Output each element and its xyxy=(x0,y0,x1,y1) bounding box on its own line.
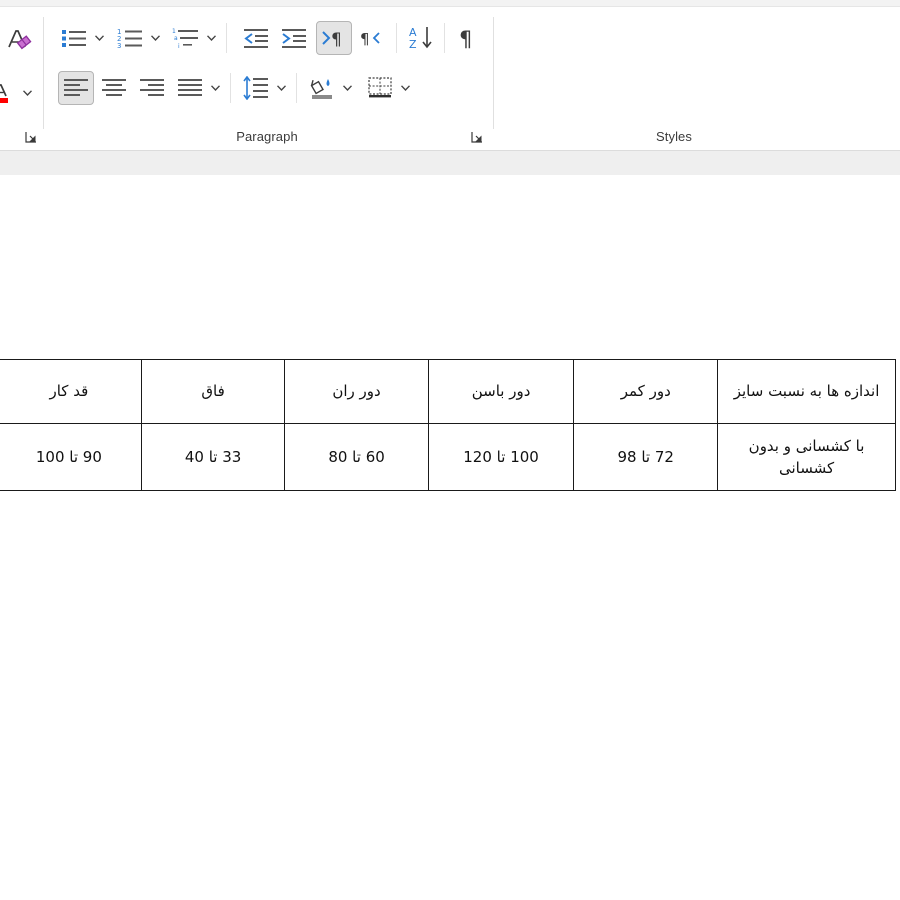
table-cell-label: با کشسانی و بدون کشسانی xyxy=(717,423,896,491)
shading-caret-icon[interactable] xyxy=(340,74,354,102)
paint-bucket-icon xyxy=(310,79,332,99)
row1-separator-2 xyxy=(396,23,397,53)
table-cell-waist: 72 تا 98 xyxy=(573,423,719,491)
justify-icon xyxy=(178,79,202,96)
bullets-button[interactable] xyxy=(58,23,90,53)
decrease-indent-button[interactable] xyxy=(240,23,272,53)
clear-formatting-icon xyxy=(8,30,32,50)
font-dialog-launcher[interactable] xyxy=(24,130,40,146)
svg-text:Z: Z xyxy=(409,38,417,51)
svg-text:3: 3 xyxy=(117,42,121,49)
numbering-icon: 1 2 3 xyxy=(117,28,142,49)
align-right-icon xyxy=(140,79,164,96)
bullets-icon xyxy=(62,30,86,47)
font-color-icon xyxy=(0,84,8,103)
align-center-button[interactable] xyxy=(98,73,130,103)
increase-indent-button[interactable] xyxy=(278,23,310,53)
svg-text:1: 1 xyxy=(172,28,176,35)
line-spacing-icon xyxy=(243,76,268,100)
ribbon-group-styles: Normal No Spacing Head Styles xyxy=(494,7,900,150)
table-row: با کشسانی و بدون کشسانی 72 تا 98 100 تا … xyxy=(0,423,896,491)
borders-button[interactable] xyxy=(364,73,396,103)
table-cell-thigh: 60 تا 80 xyxy=(284,423,429,491)
row2-separator-2 xyxy=(296,73,297,103)
align-left-button[interactable] xyxy=(58,71,94,105)
justify-caret-icon[interactable] xyxy=(208,74,222,102)
numbering-button[interactable]: 1 2 3 xyxy=(114,23,146,53)
dialog-launcher-icon xyxy=(25,132,36,143)
increase-indent-icon xyxy=(282,29,306,48)
document-page[interactable]: اندازه ها به نسبت سایز دور کمر دور باسن … xyxy=(0,175,900,900)
sort-button[interactable]: A Z xyxy=(406,21,438,55)
table-header-cell-length: قد کار xyxy=(0,359,142,424)
table-header-cell-thigh: دور ران xyxy=(284,359,429,424)
justify-button[interactable] xyxy=(174,73,206,103)
paragraph-dialog-launcher[interactable] xyxy=(470,130,486,146)
row1-separator-1 xyxy=(226,23,227,53)
svg-text:i: i xyxy=(178,43,180,49)
clear-all-formatting-button[interactable] xyxy=(2,23,36,57)
dialog-launcher-icon xyxy=(471,132,482,143)
table-header-cell-label: اندازه ها به نسبت سایز xyxy=(717,359,896,424)
bullets-caret-icon[interactable] xyxy=(92,24,106,52)
paragraph-group-label: Paragraph xyxy=(236,129,298,144)
align-left-icon xyxy=(64,79,88,96)
font-color-caret-icon[interactable] xyxy=(20,79,34,107)
align-right-button[interactable] xyxy=(136,73,168,103)
table-cell-length: 90 تا 100 xyxy=(0,423,142,491)
line-spacing-caret-icon[interactable] xyxy=(274,74,288,102)
multilevel-list-icon: 1 a i xyxy=(172,28,198,49)
window-top-strip xyxy=(0,0,900,7)
pilcrow-icon: ¶ xyxy=(459,27,472,51)
sort-icon: A Z xyxy=(409,26,432,51)
ribbon: 1 2 3 1 a i ¶ ¶ A Z ¶ Paragraph Styles xyxy=(0,7,900,150)
table-cell-rise: 33 تا 40 xyxy=(140,423,286,491)
rtl-text-direction-button[interactable]: ¶ xyxy=(316,21,352,55)
ltr-text-direction-icon: ¶ xyxy=(360,30,380,48)
row2-separator-1 xyxy=(230,73,231,103)
styles-group-label: Styles xyxy=(655,129,692,144)
shading-button[interactable] xyxy=(306,73,338,103)
svg-text:¶: ¶ xyxy=(459,27,472,51)
ltr-text-direction-button[interactable]: ¶ xyxy=(357,23,389,53)
table-header-cell-rise: فاق xyxy=(140,359,286,424)
numbering-caret-icon[interactable] xyxy=(148,24,162,52)
font-color-button[interactable] xyxy=(0,77,18,107)
size-chart-table[interactable]: اندازه ها به نسبت سایز دور کمر دور باسن … xyxy=(0,359,896,491)
table-cell-hip: 100 تا 120 xyxy=(427,423,575,491)
table-header-row: اندازه ها به نسبت سایز دور کمر دور باسن … xyxy=(0,359,896,424)
row1-separator-3 xyxy=(444,23,445,53)
table-header-cell-hip: دور باسن xyxy=(427,359,575,424)
svg-text:¶: ¶ xyxy=(331,30,342,48)
borders-icon xyxy=(368,77,392,98)
ribbon-group-font xyxy=(0,7,42,150)
multilevel-list-button[interactable]: 1 a i xyxy=(170,23,202,53)
borders-caret-icon[interactable] xyxy=(398,74,412,102)
svg-text:¶: ¶ xyxy=(360,30,370,48)
svg-text:a: a xyxy=(174,35,178,42)
decrease-indent-icon xyxy=(244,29,268,48)
table-header-cell-waist: دور کمر xyxy=(573,359,719,424)
ribbon-group-paragraph: 1 2 3 1 a i ¶ ¶ A Z ¶ Paragraph xyxy=(44,7,490,150)
multilevel-list-caret-icon[interactable] xyxy=(204,24,218,52)
document-gap-band xyxy=(0,150,900,176)
align-center-icon xyxy=(102,79,126,96)
show-formatting-marks-button[interactable]: ¶ xyxy=(452,21,482,55)
rtl-text-direction-icon: ¶ xyxy=(322,30,342,48)
line-spacing-button[interactable] xyxy=(240,73,272,103)
